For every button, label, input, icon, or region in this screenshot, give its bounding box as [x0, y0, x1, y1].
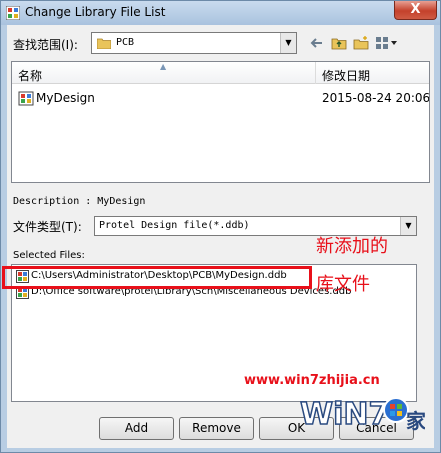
file-name: MyDesign [36, 91, 95, 105]
file-row-mydesign[interactable]: MyDesign 2015-08-24 20:06 [16, 89, 430, 107]
chevron-down-icon[interactable]: ▼ [280, 33, 296, 53]
selected-files-label: Selected Files: [13, 250, 85, 261]
close-button[interactable]: X [394, 1, 437, 20]
ddb-file-icon [18, 91, 34, 106]
file-date: 2015-08-24 20:06 [322, 91, 430, 105]
svg-text:WiN7: WiN7 [300, 397, 389, 432]
add-button[interactable]: Add [99, 417, 174, 440]
back-arrow-icon[interactable] [307, 33, 327, 53]
title-bar[interactable]: Change Library File List X [1, 1, 440, 25]
look-in-label: 查找范围(I): [13, 38, 78, 52]
file-type-label: 文件类型(T): [13, 220, 82, 234]
file-list-header: ▲ 名称 修改日期 [12, 62, 429, 84]
folder-icon [97, 38, 111, 49]
annotation-line-2: 库文件 [316, 274, 370, 295]
column-header-date[interactable]: 修改日期 [322, 67, 370, 84]
look-in-combobox[interactable]: PCB ▼ [91, 32, 297, 54]
window-title: Change Library File List [25, 5, 166, 19]
sort-ascending-icon: ▲ [160, 62, 167, 71]
svg-text:家: 家 [406, 409, 425, 433]
chevron-down-icon[interactable]: ▼ [400, 217, 416, 235]
description-text: Description : MyDesign [13, 196, 146, 207]
watermark-url: www.win7zhijia.cn [244, 373, 380, 388]
column-header-name[interactable]: 名称 [18, 67, 42, 84]
remove-button[interactable]: Remove [179, 417, 254, 440]
win7-logo-watermark: WiN7 家 [300, 396, 425, 433]
up-folder-icon[interactable] [329, 33, 349, 53]
file-list-view[interactable]: ▲ 名称 修改日期 MyDesign 2015-08-24 20:06 [11, 61, 430, 183]
annotation-line-1: 新添加的 [316, 236, 388, 257]
app-icon [6, 6, 20, 20]
view-menu-icon[interactable] [373, 33, 401, 53]
column-separator[interactable] [315, 62, 316, 84]
highlight-box [2, 266, 312, 289]
look-in-value: PCB [116, 37, 135, 48]
new-folder-icon[interactable] [351, 33, 371, 53]
close-icon: X [410, 2, 421, 17]
file-type-value: Protel Design file(*.ddb) [99, 220, 250, 231]
